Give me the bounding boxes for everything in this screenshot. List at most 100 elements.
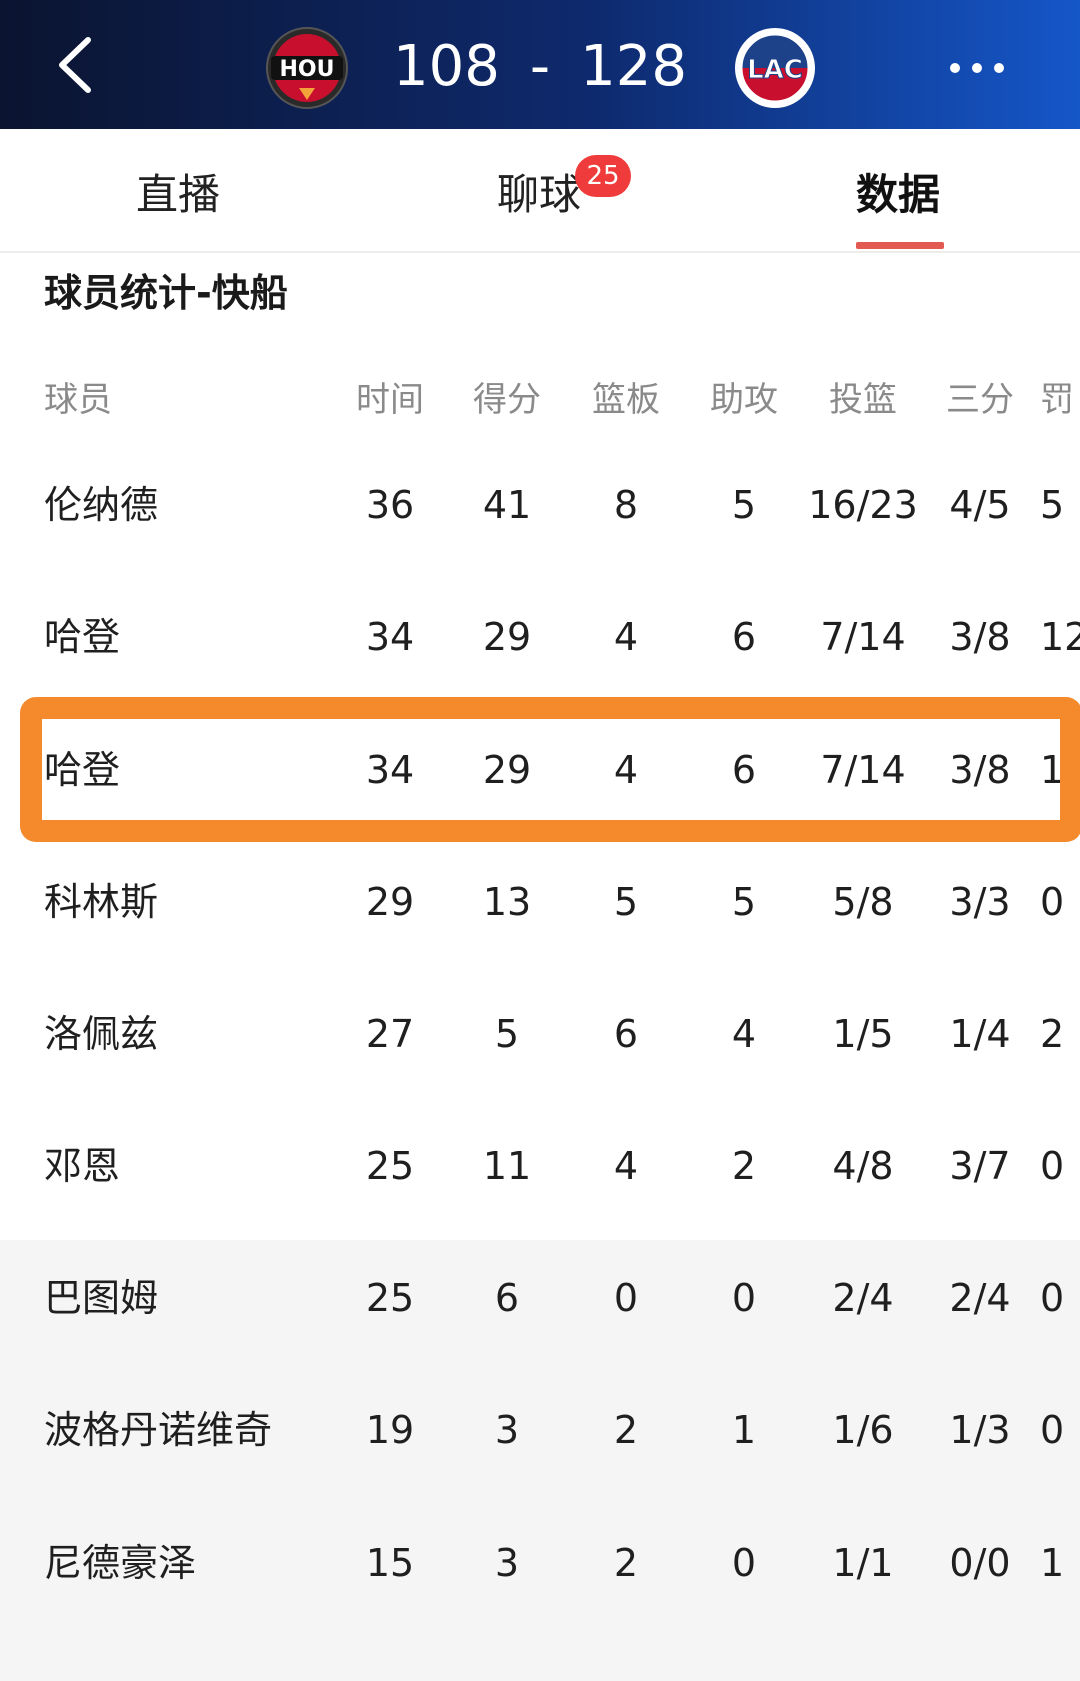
stat-rebounds: 2 (613, 1541, 639, 1585)
stat-points: 11 (482, 1144, 532, 1188)
column-header-player[interactable]: 球员 (44, 360, 344, 440)
stat-free-throws: 0 (1040, 1144, 1065, 1188)
hou-team-logo[interactable]: HOU (265, 26, 349, 110)
game-header: HOU 108 - 128 LAC (0, 0, 1080, 129)
stat-assists: 0 (731, 1541, 757, 1585)
table-header-row: 球员 时间 得分 篮板 助攻 投篮 三分 罚 (0, 360, 1080, 440)
stat-time: 25 (365, 1144, 415, 1188)
player-name: 波格丹诺维奇 (44, 1408, 273, 1452)
stat-free-throws: 5 (1040, 483, 1065, 527)
table-row[interactable]: 洛佩兹 27 5 6 4 1/5 1/4 2 (0, 994, 1080, 1074)
stat-rebounds: 4 (613, 615, 639, 659)
stat-assists: 0 (731, 1276, 757, 1320)
stat-points: 41 (482, 483, 532, 527)
column-header-time[interactable]: 时间 (345, 360, 435, 440)
stat-assists: 5 (731, 483, 757, 527)
stat-time: 19 (365, 1408, 415, 1452)
stat-field-goals: 4/8 (832, 1144, 894, 1188)
stat-three-pointers: 2/4 (949, 1276, 1011, 1320)
stat-free-throws: 1 (1040, 1541, 1065, 1585)
chevron-left-icon[interactable] (48, 30, 112, 100)
stat-free-throws: 0 (1040, 1408, 1065, 1452)
stat-rebounds: 2 (613, 1408, 639, 1452)
tab-bar: 直播 聊球 数据 (0, 129, 1080, 253)
stat-three-pointers: 1/3 (949, 1408, 1011, 1452)
active-tab-indicator (856, 242, 944, 249)
player-name: 伦纳德 (44, 483, 159, 527)
stat-three-pointers: 3/3 (949, 880, 1011, 924)
table-row[interactable]: 波格丹诺维奇 19 3 2 1 1/6 1/3 0 (0, 1390, 1080, 1470)
stat-rebounds: 0 (613, 1276, 639, 1320)
stat-free-throws: 0 (1040, 1276, 1065, 1320)
table-row[interactable]: 科林斯 29 13 5 5 5/8 3/3 0 (0, 862, 1080, 942)
stat-field-goals: 1/6 (832, 1408, 894, 1452)
stat-assists: 2 (731, 1144, 757, 1188)
stat-field-goals: 2/4 (832, 1276, 894, 1320)
column-header-points[interactable]: 得分 (462, 360, 552, 440)
stat-time: 36 (365, 483, 415, 527)
stat-time: 27 (365, 1012, 415, 1056)
stat-field-goals: 7/14 (820, 615, 906, 659)
stat-free-throws: 2 (1040, 1012, 1065, 1056)
highlight-frame (20, 697, 1080, 842)
away-score: 128 (580, 33, 687, 99)
player-name: 邓恩 (44, 1144, 121, 1188)
stat-time: 29 (365, 880, 415, 924)
stat-field-goals: 16/23 (808, 483, 918, 527)
table-row[interactable]: 巴图姆 25 6 0 0 2/4 2/4 0 (0, 1258, 1080, 1338)
column-header-rebounds[interactable]: 篮板 (581, 360, 671, 440)
tab-live[interactable]: 直播 (136, 161, 220, 222)
lac-logo-text: LAC (747, 55, 803, 85)
stat-time: 34 (365, 615, 415, 659)
stat-points: 3 (494, 1408, 520, 1452)
column-header-three-pointers[interactable]: 三分 (935, 360, 1025, 440)
column-header-assists[interactable]: 助攻 (699, 360, 789, 440)
column-header-free-throws[interactable]: 罚 (1040, 360, 1080, 440)
stat-points: 6 (494, 1276, 520, 1320)
stat-assists: 5 (731, 880, 757, 924)
hou-logo-text: HOU (280, 57, 335, 82)
stat-three-pointers: 3/8 (949, 615, 1011, 659)
stat-three-pointers: 0/0 (949, 1541, 1011, 1585)
column-header-field-goals[interactable]: 投篮 (800, 360, 926, 440)
stat-free-throws: 12 (1040, 615, 1080, 659)
table-row[interactable]: 尼德豪泽 15 3 2 0 1/1 0/0 1 (0, 1523, 1080, 1603)
stat-points: 3 (494, 1541, 520, 1585)
stat-three-pointers: 4/5 (949, 483, 1011, 527)
stat-rebounds: 5 (613, 880, 639, 924)
stat-three-pointers: 1/4 (949, 1012, 1011, 1056)
stat-rebounds: 8 (613, 483, 639, 527)
stat-points: 29 (482, 615, 532, 659)
section-title: 球员统计-快船 (44, 271, 288, 315)
table-row[interactable]: 哈登 34 29 4 6 7/14 3/8 12 (0, 597, 1080, 677)
player-name: 尼德豪泽 (44, 1541, 197, 1585)
stat-free-throws: 0 (1040, 880, 1065, 924)
player-name: 洛佩兹 (44, 1012, 159, 1056)
stat-assists: 6 (731, 615, 757, 659)
stat-three-pointers: 3/7 (949, 1144, 1011, 1188)
score-display: 108 - 128 (360, 28, 720, 104)
player-name: 巴图姆 (44, 1276, 159, 1320)
lac-team-logo[interactable]: LAC (733, 26, 817, 110)
stat-rebounds: 4 (613, 1144, 639, 1188)
home-score: 108 (393, 33, 500, 99)
stat-points: 13 (482, 880, 532, 924)
more-horizontal-icon[interactable] (945, 50, 1009, 86)
stat-field-goals: 1/1 (832, 1541, 894, 1585)
stat-assists: 1 (731, 1408, 757, 1452)
stat-time: 15 (365, 1541, 415, 1585)
stat-field-goals: 1/5 (832, 1012, 894, 1056)
tab-chat[interactable]: 聊球 (497, 161, 581, 222)
tab-data[interactable]: 数据 (856, 161, 940, 222)
stat-rebounds: 6 (613, 1012, 639, 1056)
stat-assists: 4 (731, 1012, 757, 1056)
chat-count-badge: 25 (575, 155, 631, 197)
table-row[interactable]: 邓恩 25 11 4 2 4/8 3/7 0 (0, 1126, 1080, 1206)
stat-field-goals: 5/8 (832, 880, 894, 924)
player-name: 科林斯 (44, 880, 159, 924)
stat-time: 25 (365, 1276, 415, 1320)
table-row[interactable]: 伦纳德 36 41 8 5 16/23 4/5 5 (0, 465, 1080, 545)
score-separator: - (529, 33, 551, 99)
player-name: 哈登 (44, 615, 121, 659)
stat-points: 5 (494, 1012, 520, 1056)
